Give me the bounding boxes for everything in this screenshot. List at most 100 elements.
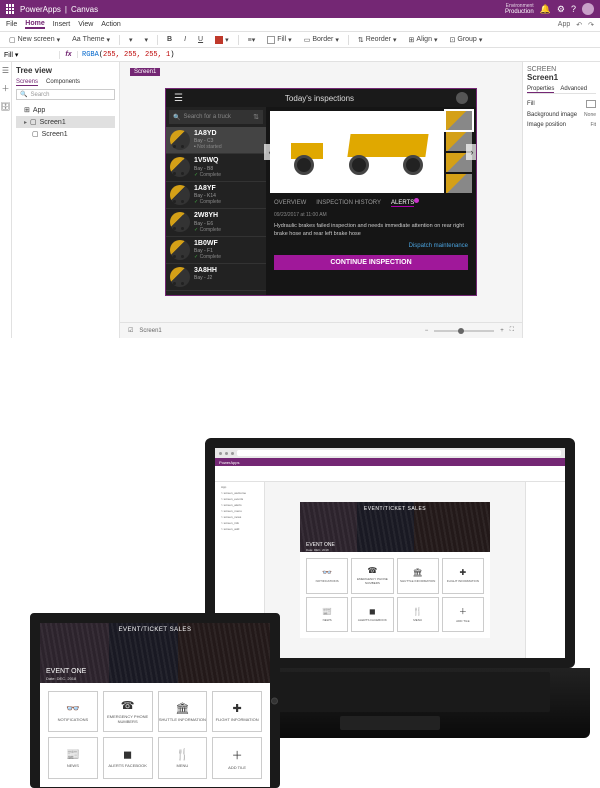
italic-button[interactable]: I bbox=[181, 36, 189, 43]
app-tile[interactable]: 🍴MENU bbox=[397, 597, 439, 632]
fontcolor-button[interactable]: ▾ bbox=[212, 36, 232, 44]
truck-thumb-icon bbox=[170, 240, 190, 260]
tree-tab-screens[interactable]: Screens bbox=[16, 79, 38, 86]
app-tile[interactable]: ◼ALERTS FACEBOOK bbox=[103, 737, 153, 778]
truck-item[interactable]: 2W8YHBay - E6Complete bbox=[166, 209, 266, 236]
app-tile[interactable]: ＋ADD TILE bbox=[442, 597, 484, 632]
app-tile[interactable]: 📰NEWS bbox=[48, 737, 98, 778]
align-button[interactable]: ≡▾ bbox=[245, 36, 259, 44]
props-header: SCREEN bbox=[527, 66, 596, 73]
continue-button[interactable]: CONTINUE INSPECTION bbox=[274, 255, 468, 270]
waffle-icon[interactable] bbox=[6, 4, 16, 14]
address-bar[interactable] bbox=[237, 450, 561, 456]
props-tab-properties[interactable]: Properties bbox=[527, 86, 554, 93]
breadcrumb[interactable]: Screen1 bbox=[139, 328, 161, 334]
truck-thumb-icon bbox=[170, 157, 190, 177]
app-tile[interactable]: 🏛SHUTTLE INFORMATION bbox=[397, 558, 439, 593]
tree-node-screen1[interactable]: ▸ ▢ Screen1 bbox=[16, 116, 115, 128]
avatar[interactable] bbox=[582, 3, 594, 15]
tile-label: NEWS bbox=[67, 763, 79, 768]
app-preview[interactable]: ☰ Today's inspections 🔍 Search for a tru… bbox=[166, 89, 476, 295]
tab-insert[interactable]: Insert bbox=[53, 21, 71, 28]
fontsize-dropdown[interactable]: ▾ bbox=[142, 36, 152, 44]
app-tile[interactable]: 🍴MENU bbox=[158, 737, 208, 778]
thumbnail[interactable] bbox=[446, 174, 472, 193]
tree-tab-components[interactable]: Components bbox=[46, 79, 80, 86]
app-tile[interactable]: ☎EMERGENCY PHONE NUMBERS bbox=[103, 691, 153, 732]
tree-node-screen1-dup[interactable]: ▢ Screen1 bbox=[16, 128, 115, 140]
app-tile[interactable]: ✚FLIGHT INFORMATION bbox=[442, 558, 484, 593]
zoom-slider[interactable] bbox=[434, 330, 494, 332]
truck-item[interactable]: 1V5WQBay - B8Complete bbox=[166, 154, 266, 181]
tree-node-app[interactable]: ⊞ App bbox=[16, 104, 115, 116]
reorder-button[interactable]: ⇅ Reorder ▾ bbox=[355, 36, 400, 44]
app-tile[interactable]: ◼ALERTS FACEBOOK bbox=[351, 597, 393, 632]
zoom-out-button[interactable]: − bbox=[425, 328, 429, 334]
property-dropdown[interactable]: Fill ▾ bbox=[0, 51, 60, 59]
app-link[interactable]: App bbox=[558, 21, 570, 29]
detail-tab-history[interactable]: INSPECTION HISTORY bbox=[316, 200, 381, 207]
prop-fill[interactable]: Fill bbox=[527, 98, 596, 110]
filter-icon[interactable]: ⇅ bbox=[253, 113, 259, 121]
mini-props bbox=[525, 482, 565, 658]
tile-icon: 🏛 bbox=[413, 568, 423, 577]
tree-rail-icon[interactable]: ☰ bbox=[2, 66, 9, 75]
help-icon[interactable]: ? bbox=[571, 4, 576, 14]
thumbnail[interactable] bbox=[446, 111, 472, 130]
detail-tab-overview[interactable]: OVERVIEW bbox=[274, 200, 306, 207]
app-tile[interactable]: 👓NOTIFICATIONS bbox=[48, 691, 98, 732]
canvas-area: Screen1 ☰ Today's inspections 🔍 Search f… bbox=[120, 62, 522, 338]
app-tile[interactable]: 🏛SHUTTLE INFORMATION bbox=[158, 691, 208, 732]
theme-button[interactable]: Aa Theme ▾ bbox=[69, 36, 113, 44]
truck-item[interactable]: 1A8YFBay - K14Complete bbox=[166, 182, 266, 209]
tab-home[interactable]: Home bbox=[25, 20, 44, 29]
tile-icon: ✚ bbox=[460, 568, 467, 577]
app-tile[interactable]: ✚FLIGHT INFORMATION bbox=[212, 691, 262, 732]
detail-tab-alerts[interactable]: ALERTS bbox=[391, 200, 414, 207]
event-app-tablet: EVENT/TICKET SALES EVENT ONE Date: DEC. … bbox=[40, 623, 270, 787]
font-dropdown[interactable]: ▾ bbox=[126, 36, 136, 44]
dispatch-link[interactable]: Dispatch maintenance bbox=[266, 241, 476, 251]
fill-button[interactable]: Fill ▾ bbox=[264, 36, 294, 44]
align2-button[interactable]: ⊞ Align ▾ bbox=[406, 36, 441, 44]
breadcrumb-checkbox[interactable]: ☑ bbox=[128, 327, 133, 334]
tree-search[interactable]: 🔍 Search bbox=[16, 89, 115, 100]
hamburger-icon[interactable]: ☰ bbox=[174, 93, 183, 104]
tab-action[interactable]: Action bbox=[101, 21, 120, 28]
truck-item[interactable]: 1A8YDBay - C3Not started bbox=[166, 127, 266, 154]
undo-icon[interactable]: ↶ bbox=[576, 21, 582, 29]
prop-imgpos[interactable]: Image positionFit bbox=[527, 120, 596, 130]
prop-bgimage[interactable]: Background imageNone bbox=[527, 110, 596, 120]
tile-icon: 🏛 bbox=[175, 702, 189, 715]
bold-button[interactable]: B bbox=[164, 36, 175, 43]
tab-view[interactable]: View bbox=[78, 21, 93, 28]
tile-label: ADD TILE bbox=[228, 765, 246, 770]
zoom-in-button[interactable]: + bbox=[500, 328, 504, 334]
group-button[interactable]: ⊡ Group ▾ bbox=[447, 36, 486, 44]
truck-item[interactable]: 1B0WFBay - F1Complete bbox=[166, 237, 266, 264]
tree-node[interactable]: > screen_add bbox=[217, 526, 262, 532]
app-tile[interactable]: 📰NEWS bbox=[306, 597, 348, 632]
underline-button[interactable]: U bbox=[195, 36, 206, 43]
tab-file[interactable]: File bbox=[6, 21, 17, 28]
app-tile[interactable]: 👓NOTIFICATIONS bbox=[306, 558, 348, 593]
next-image-button[interactable]: › bbox=[466, 144, 476, 160]
environment-picker[interactable]: Environment Production bbox=[505, 4, 534, 15]
settings-icon[interactable]: ⚙ bbox=[557, 4, 565, 15]
app-tile[interactable]: ☎EMERGENCY PHONE NUMBERS bbox=[351, 558, 393, 593]
fit-button[interactable]: ⛶ bbox=[510, 327, 514, 334]
app-tile[interactable]: ＋ADD TILE bbox=[212, 737, 262, 778]
formula-input[interactable]: RGBA(255, 255, 255, 1) bbox=[78, 51, 600, 59]
truck-search[interactable]: 🔍 Search for a truck⇅ bbox=[169, 110, 263, 124]
truck-item[interactable]: 3A8HHBay - J2 bbox=[166, 264, 266, 291]
user-avatar-icon[interactable] bbox=[456, 92, 468, 104]
redo-icon[interactable]: ↷ bbox=[588, 21, 594, 29]
border-button[interactable]: ▭ Border ▾ bbox=[301, 36, 342, 44]
props-tab-advanced[interactable]: Advanced bbox=[560, 86, 587, 93]
truck-thumb-icon bbox=[170, 130, 190, 150]
insert-rail-icon[interactable]: ＋ bbox=[2, 83, 10, 94]
data-rail-icon[interactable]: 🗄 bbox=[0, 102, 10, 111]
new-screen-button[interactable]: ▢ New screen ▾ bbox=[6, 36, 63, 44]
notification-icon[interactable]: 🔔 bbox=[540, 4, 551, 15]
tile-label: EMERGENCY PHONE NUMBERS bbox=[104, 714, 152, 724]
